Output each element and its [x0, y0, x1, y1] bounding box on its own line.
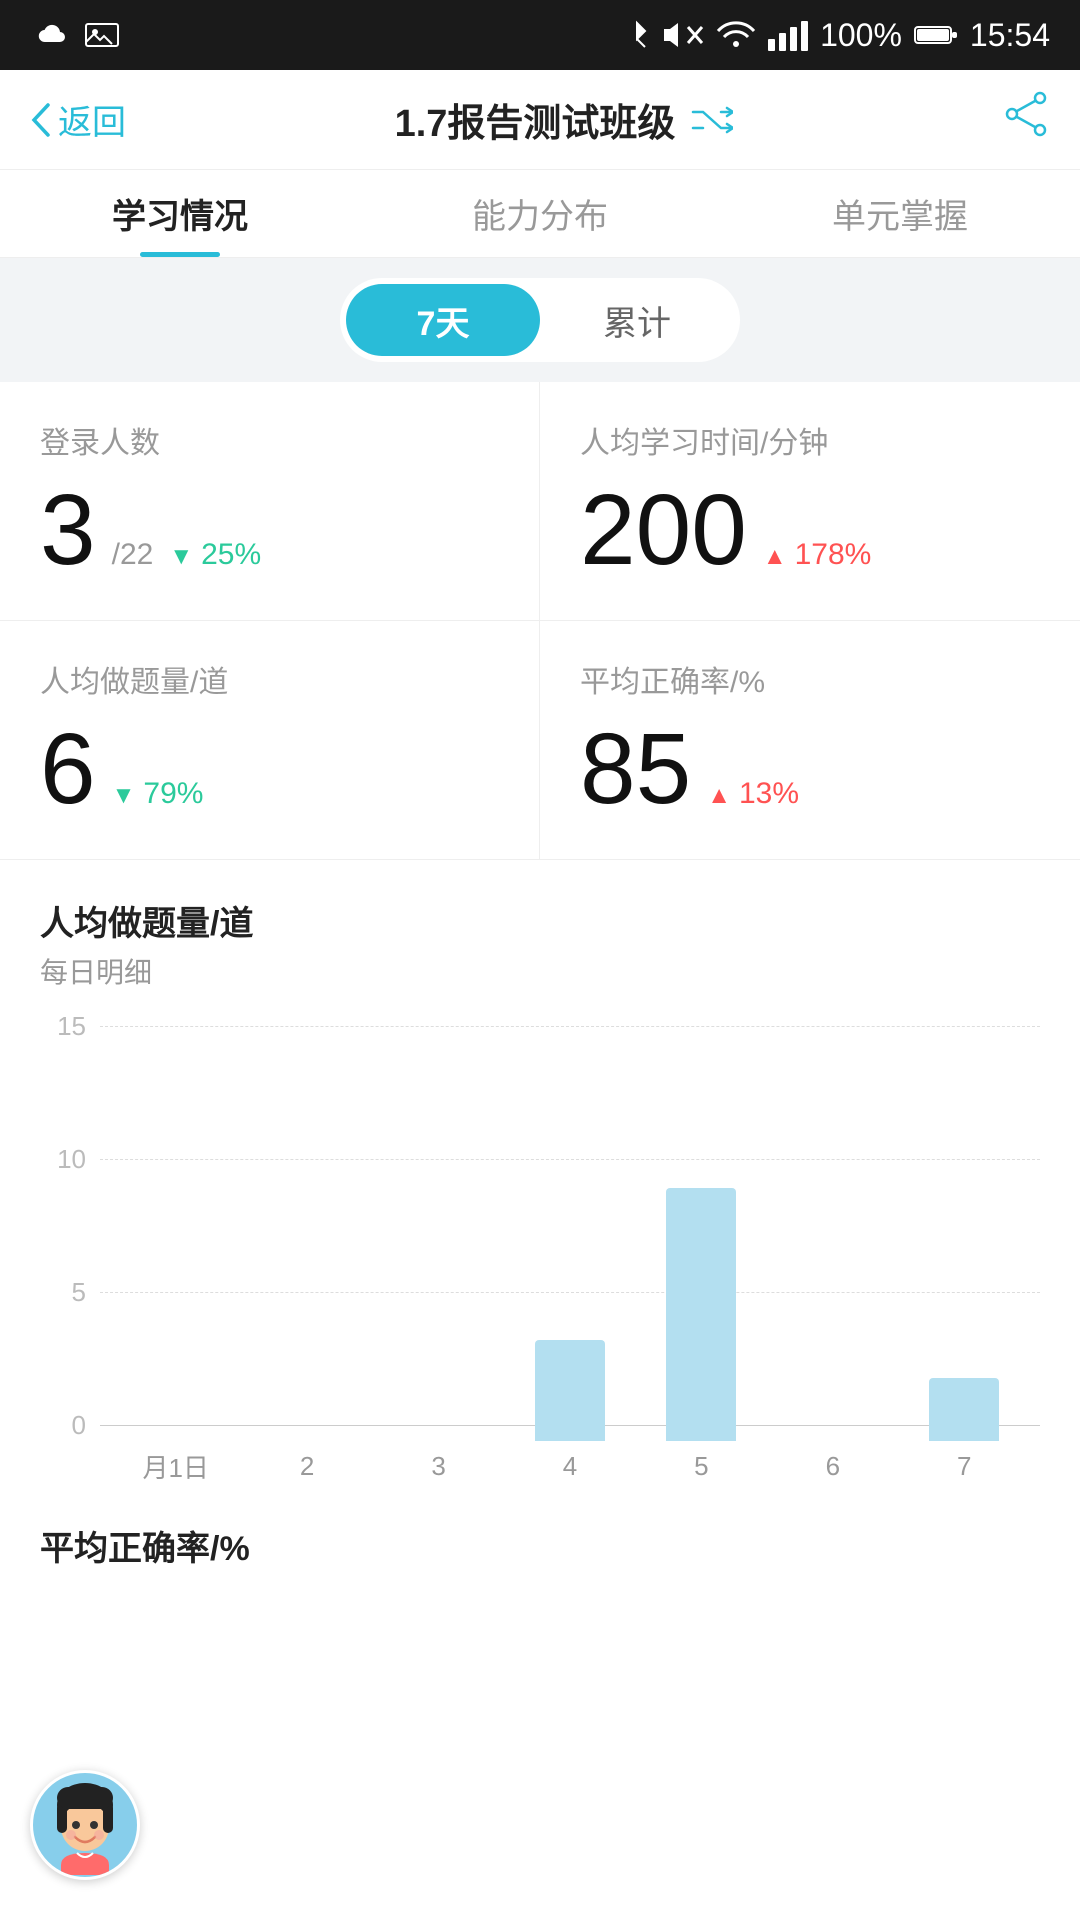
toggle-cumulative[interactable]: 累计 [540, 284, 734, 356]
nav-title: 1.7报告测试班级 [395, 92, 734, 147]
arrow-up-icon-2 [707, 777, 731, 811]
stat-study-time-values: 200 178% [580, 480, 1040, 580]
bar-col-3 [504, 1340, 635, 1441]
signal-icon [768, 19, 808, 51]
bottom-title: 平均正确率/% [40, 1521, 1040, 1570]
stat-login-label: 登录人数 [40, 418, 499, 462]
stat-accuracy-change: 13% [707, 777, 799, 811]
toggle-group: 7天 累计 [340, 278, 740, 362]
grid-label-10: 10 [40, 1144, 100, 1175]
back-chevron-icon [30, 101, 52, 139]
stat-login-change: 25% [169, 538, 261, 572]
nav-bar: 返回 1.7报告测试班级 [0, 70, 1080, 170]
bar-6 [929, 1378, 999, 1441]
chart-title: 人均做题量/道 [40, 896, 1040, 945]
x-label-0: 月1日 [110, 1448, 241, 1485]
chart-x-labels: 月1日234567 [100, 1441, 1040, 1491]
stat-accuracy-main: 85 [580, 719, 691, 819]
toggle-section: 7天 累计 [0, 258, 1080, 382]
stat-questions-percent: 79% [143, 777, 203, 811]
cloud-icon [30, 20, 68, 50]
chart-subtitle: 每日明细 [40, 951, 1040, 991]
grid-label-0: 0 [40, 1410, 100, 1441]
x-label-1: 2 [241, 1451, 372, 1482]
stat-avg-accuracy: 平均正确率/% 85 13% [540, 621, 1080, 859]
bottom-section: 平均正确率/% [0, 1491, 1080, 1600]
stat-login-values: 3 /22 25% [40, 480, 499, 580]
stat-login-sub: /22 [112, 538, 154, 572]
bar-col-4 [636, 1188, 767, 1441]
back-label: 返回 [58, 95, 126, 144]
stat-study-time-main: 200 [580, 480, 747, 580]
bar-col-6 [899, 1378, 1030, 1441]
x-label-6: 7 [899, 1451, 1030, 1482]
bar-3 [535, 1340, 605, 1441]
stat-avg-questions: 人均做题量/道 6 79% [0, 621, 540, 859]
status-left-icons [30, 20, 120, 50]
shuffle-icon[interactable] [691, 104, 733, 136]
stat-study-time-change: 178% [763, 538, 872, 572]
tab-ability[interactable]: 能力分布 [360, 170, 720, 257]
image-icon [84, 20, 120, 50]
mute-icon [660, 19, 704, 51]
stat-study-time-percent: 178% [795, 538, 872, 572]
stat-questions-values: 6 79% [40, 719, 499, 819]
chart-bars [100, 1011, 1040, 1441]
battery-icon [914, 23, 958, 47]
wifi-icon [716, 19, 756, 51]
avatar[interactable] [30, 1770, 140, 1880]
back-button[interactable]: 返回 [30, 95, 126, 144]
share-button[interactable] [1002, 90, 1050, 149]
avatar-image [35, 1775, 135, 1875]
stat-accuracy-values: 85 13% [580, 719, 1040, 819]
stat-accuracy-label: 平均正确率/% [580, 657, 1040, 701]
title-text: 1.7报告测试班级 [395, 92, 676, 147]
tab-study[interactable]: 学习情况 [0, 170, 360, 257]
toggle-7days[interactable]: 7天 [346, 284, 540, 356]
clock: 15:54 [970, 17, 1050, 54]
stat-login-percent: 25% [201, 538, 261, 572]
chart-section: 人均做题量/道 每日明细 15 10 5 0 月 [0, 860, 1080, 1491]
status-right-info: 100% 15:54 [626, 17, 1050, 54]
tab-unit[interactable]: 单元掌握 [720, 170, 1080, 257]
x-label-4: 5 [636, 1451, 767, 1482]
arrow-up-icon [763, 538, 787, 572]
x-label-5: 6 [767, 1451, 898, 1482]
grid-label-5: 5 [40, 1277, 100, 1308]
bluetooth-icon [626, 19, 648, 51]
battery-percent: 100% [820, 17, 902, 54]
stat-study-time-label: 人均学习时间/分钟 [580, 418, 1040, 462]
stat-questions-change: 79% [112, 777, 204, 811]
arrow-down-icon [169, 538, 193, 572]
stat-study-time: 人均学习时间/分钟 200 178% [540, 382, 1080, 621]
stat-accuracy-percent: 13% [739, 777, 799, 811]
arrow-down-icon-2 [112, 777, 136, 811]
grid-label-15: 15 [40, 1011, 100, 1042]
stat-questions-label: 人均做题量/道 [40, 657, 499, 701]
stats-grid: 登录人数 3 /22 25% 人均学习时间/分钟 200 178% 人均做题量/… [0, 382, 1080, 860]
stat-questions-main: 6 [40, 719, 96, 819]
bar-chart: 15 10 5 0 月1日234567 [40, 1011, 1040, 1491]
share-icon [1002, 90, 1050, 138]
x-label-2: 3 [373, 1451, 504, 1482]
stat-login-count: 登录人数 3 /22 25% [0, 382, 540, 621]
tab-bar: 学习情况 能力分布 单元掌握 [0, 170, 1080, 258]
status-bar: 100% 15:54 [0, 0, 1080, 70]
bar-4 [666, 1188, 736, 1441]
stat-login-main: 3 [40, 480, 96, 580]
x-label-3: 4 [504, 1451, 635, 1482]
